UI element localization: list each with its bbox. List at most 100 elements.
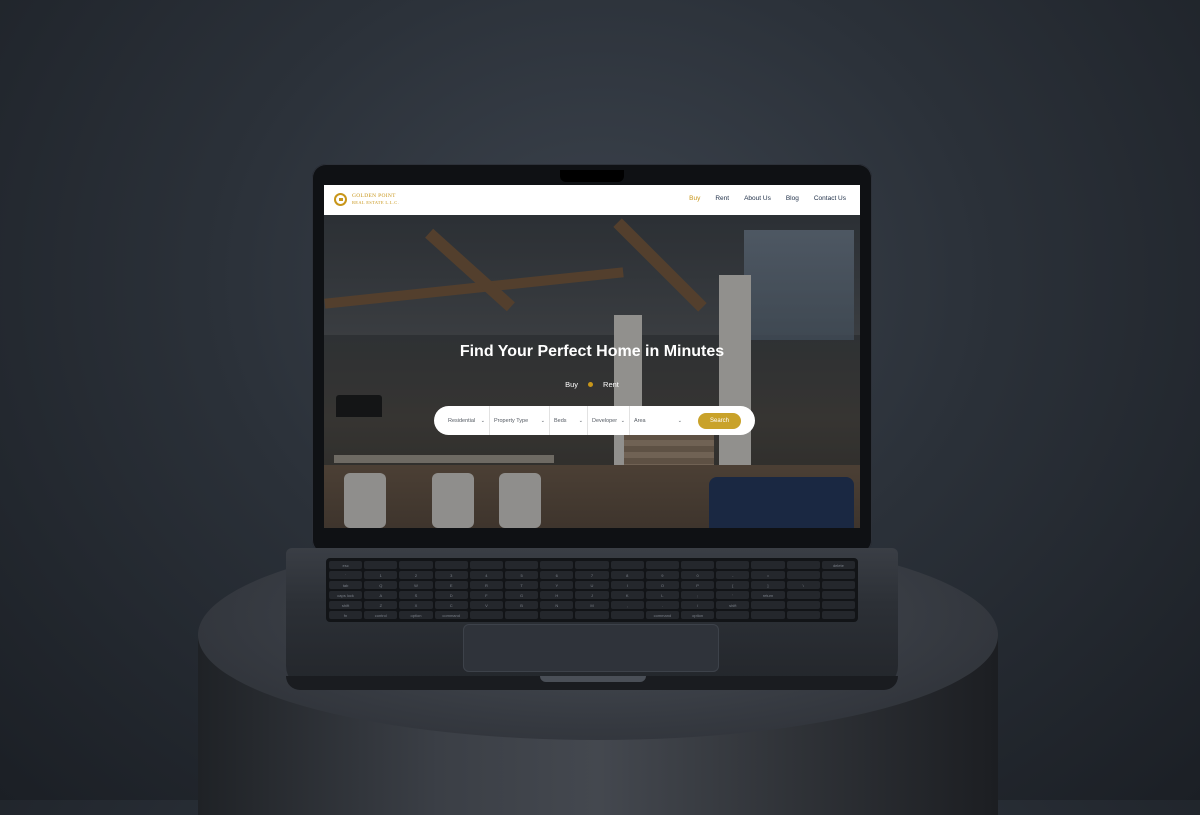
- keyboard-key: [821, 611, 855, 619]
- property-type-select[interactable]: Property Type ⌄: [490, 406, 550, 435]
- keyboard-key: 2: [399, 571, 433, 579]
- keyboard-key: R: [469, 581, 503, 589]
- keyboard-key: ,: [610, 601, 644, 609]
- keyboard-key: F: [469, 591, 503, 599]
- keyboard-key: 8: [610, 571, 644, 579]
- keyboard-key: [540, 561, 574, 569]
- keyboard-key: shift: [329, 601, 363, 609]
- camera-notch: [560, 170, 624, 182]
- tab-rent[interactable]: Rent: [603, 380, 619, 389]
- keyboard-key: =: [751, 571, 785, 579]
- keyboard-key: tab: [329, 581, 363, 589]
- keyboard-key: [821, 581, 855, 589]
- keyboard-key: Z: [364, 601, 398, 609]
- keyboard-key: A: [364, 591, 398, 599]
- golden-point-logo-icon[interactable]: [334, 193, 347, 206]
- keyboard-key: ;: [681, 591, 715, 599]
- keyboard-key: ]: [751, 581, 785, 589]
- chevron-down-icon: ⌄: [620, 417, 625, 424]
- brand-name[interactable]: GOLDEN POINT: [352, 193, 396, 199]
- chevron-down-icon: ⌄: [480, 417, 485, 424]
- keyboard-key: 5: [505, 571, 539, 579]
- keyboard-key: esc: [329, 561, 363, 569]
- keyboard-key: [751, 561, 785, 569]
- keyboard-key: J: [575, 591, 609, 599]
- keyboard-key: T: [505, 581, 539, 589]
- residential-select-label: Residential: [448, 417, 476, 424]
- developer-select[interactable]: Developer ⌄: [588, 406, 630, 435]
- nav-blog[interactable]: Blog: [786, 195, 799, 202]
- keyboard-key: D: [434, 591, 468, 599]
- nav-about-us[interactable]: About Us: [744, 195, 771, 202]
- keyboard-key: [821, 571, 855, 579]
- keyboard-key: [786, 591, 820, 599]
- keyboard-key: I: [610, 581, 644, 589]
- keyboard-key: 4: [469, 571, 503, 579]
- area-select[interactable]: Area ⌄: [630, 406, 686, 435]
- keyboard-key: [505, 611, 539, 619]
- chevron-down-icon: ⌄: [677, 417, 682, 424]
- keyboard-key: /: [681, 601, 715, 609]
- keyboard-key: caps lock: [329, 591, 363, 599]
- keyboard-key: [575, 561, 609, 569]
- keyboard-key: [610, 611, 644, 619]
- area-select-label: Area: [634, 417, 646, 424]
- keyboard-key: [786, 561, 820, 569]
- keyboard-key: P: [681, 581, 715, 589]
- keyboard-key: Y: [540, 581, 574, 589]
- keyboard-key: `: [329, 571, 363, 579]
- keyboard-key: ': [716, 591, 750, 599]
- keyboard-key: M: [575, 601, 609, 609]
- keyboard-key: [786, 611, 820, 619]
- residential-select[interactable]: Residential ⌄: [444, 406, 490, 435]
- tab-buy[interactable]: Buy: [565, 380, 578, 389]
- keyboard-key: [540, 611, 574, 619]
- keyboard-key: .: [645, 601, 679, 609]
- keyboard-key: [681, 561, 715, 569]
- main-nav: Buy Rent About Us Blog Contact Us: [689, 195, 846, 202]
- keyboard-key: [751, 611, 785, 619]
- keyboard-key: S: [399, 591, 433, 599]
- property-search-bar: Residential ⌄ Property Type ⌄ Beds ⌄ Dev…: [434, 406, 755, 435]
- keyboard-key: [575, 611, 609, 619]
- keyboard-key: L: [645, 591, 679, 599]
- nav-rent[interactable]: Rent: [715, 195, 729, 202]
- keyboard-key: [821, 591, 855, 599]
- tab-toggle-dot[interactable]: [588, 382, 594, 387]
- developer-select-label: Developer: [592, 417, 618, 424]
- hero-title: Find Your Perfect Home in Minutes: [459, 343, 725, 360]
- site-header: GOLDEN POINT REAL ESTATE L.L.C. Buy Rent…: [324, 185, 860, 215]
- laptop-screen: Find Your Perfect Home in Minutes Buy Re…: [324, 185, 860, 528]
- keyboard-key: G: [505, 591, 539, 599]
- keyboard-key: [716, 611, 750, 619]
- keyboard-key: [: [716, 581, 750, 589]
- keyboard-key: option: [399, 611, 433, 619]
- keyboard-key: [751, 601, 785, 609]
- keyboard-key: W: [399, 581, 433, 589]
- keyboard-key: -: [716, 571, 750, 579]
- keyboard-key: 9: [645, 571, 679, 579]
- chevron-down-icon: ⌄: [578, 417, 583, 424]
- keyboard-key: [645, 561, 679, 569]
- beds-select[interactable]: Beds ⌄: [550, 406, 588, 435]
- keyboard-key: [716, 561, 750, 569]
- keyboard-key: control: [364, 611, 398, 619]
- keyboard-key: fn: [329, 611, 363, 619]
- keyboard: esc delete ` 1 2 3 4 5 6 7 8 9 0- = tab Q W E R T Y U I O P[] \ ca…: [326, 558, 858, 622]
- keyboard-key: shift: [716, 601, 750, 609]
- keyboard-key: [434, 561, 468, 569]
- chevron-down-icon: ⌄: [540, 417, 545, 424]
- nav-buy[interactable]: Buy: [689, 195, 700, 202]
- keyboard-key: \: [786, 581, 820, 589]
- brand-subtitle: REAL ESTATE L.L.C.: [352, 200, 399, 205]
- keyboard-key: 1: [364, 571, 398, 579]
- keyboard-key: K: [610, 591, 644, 599]
- nav-contact-us[interactable]: Contact Us: [814, 195, 846, 202]
- search-button[interactable]: Search: [698, 412, 741, 429]
- keyboard-key: Q: [364, 581, 398, 589]
- keyboard-key: C: [434, 601, 468, 609]
- keyboard-key: [399, 561, 433, 569]
- keyboard-key: B: [505, 601, 539, 609]
- trackpad: [463, 624, 719, 672]
- keyboard-key: delete: [821, 561, 855, 569]
